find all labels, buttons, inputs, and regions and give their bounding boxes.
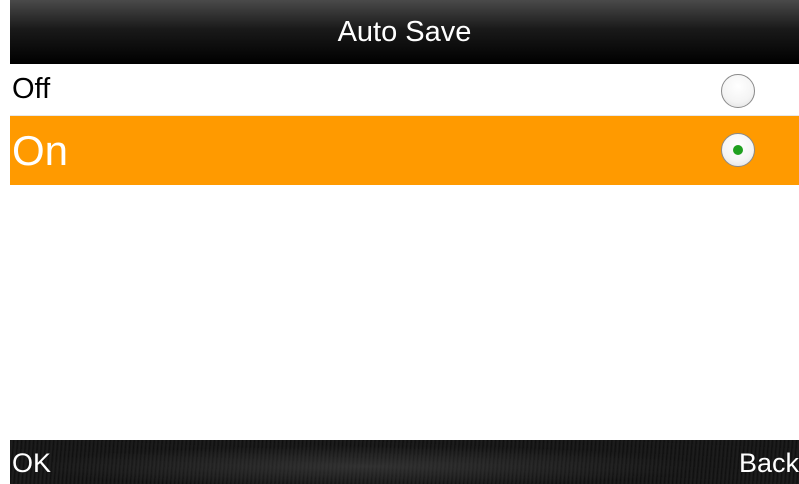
page-title: Auto Save [337,15,472,48]
radio-unselected-icon[interactable] [721,74,755,108]
radio-dot-icon [733,145,743,155]
option-off[interactable]: Off [10,64,799,116]
option-list: Off On [10,64,799,185]
option-on-label: On [12,126,69,174]
option-on[interactable]: On [10,116,799,185]
softkey-bar: OK Back [10,440,799,484]
back-softkey[interactable]: Back [739,448,799,479]
auto-save-screen: Auto Save Off On OK Back [0,0,799,484]
option-off-label: Off [12,73,51,105]
radio-selected-icon[interactable] [721,133,755,167]
ok-softkey[interactable]: OK [12,448,51,479]
title-bar: Auto Save [10,0,799,64]
